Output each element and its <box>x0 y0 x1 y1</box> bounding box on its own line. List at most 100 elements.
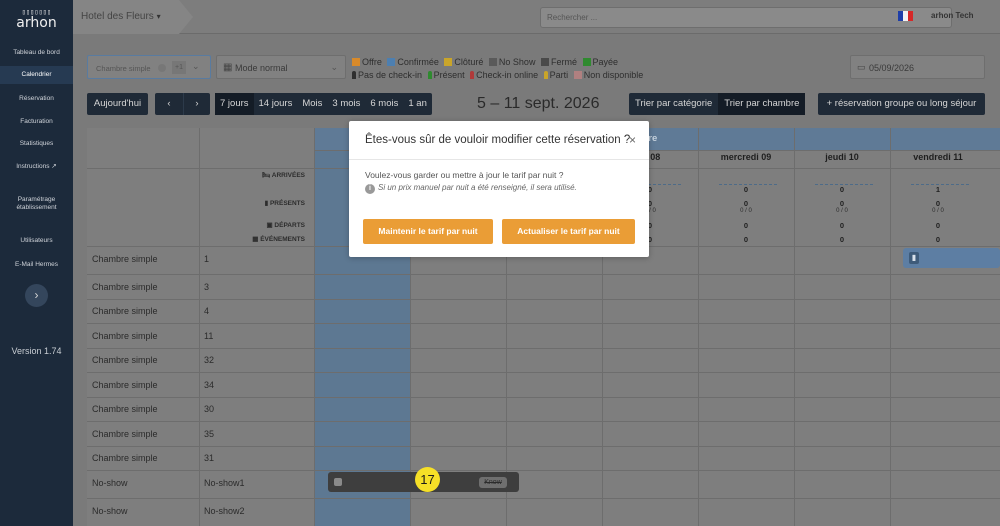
grid-divider <box>87 421 1000 422</box>
grid-icon: ▦ <box>223 62 233 73</box>
legend-item: Pas de check-in <box>352 69 422 82</box>
caret-down-icon: ▾ <box>156 12 161 21</box>
french-flag-icon[interactable] <box>898 11 913 21</box>
info-icon: i <box>365 184 375 194</box>
grid-divider <box>314 128 315 526</box>
presence-breakdown: 0 / 0 <box>932 208 944 214</box>
legend-item: Présent <box>427 69 465 82</box>
events-value: 0 <box>743 235 749 244</box>
grid-divider <box>87 323 1000 324</box>
room-number-cell: 34 <box>204 380 215 390</box>
modal-divider <box>349 159 649 160</box>
group-booking-button[interactable]: + réservation groupe ou long séjour <box>818 93 985 115</box>
grid-divider <box>87 372 1000 373</box>
keep-rate-button[interactable]: Maintenir le tarif par nuit <box>363 219 493 244</box>
view-6-months-button[interactable]: 6 mois <box>365 93 403 115</box>
next-week-button[interactable]: › <box>183 93 210 115</box>
legend-item: Parti <box>543 69 568 82</box>
close-icon[interactable]: × <box>629 133 636 147</box>
sidebar-item-reservation[interactable]: Réservation <box>0 95 73 103</box>
room-number-cell: 35 <box>204 429 215 439</box>
events-label: ▦ ÉVÉNEMENTS <box>252 236 305 243</box>
date-picker[interactable]: ▭ <box>850 55 985 79</box>
user-menu[interactable]: arhon Tech <box>931 11 974 20</box>
legend-item: Fermé <box>540 56 577 69</box>
modal-title: Êtes-vous sûr de vouloir modifier cette … <box>365 134 631 146</box>
hotel-selector[interactable]: Hotel des Fleurs ▾ <box>73 0 193 34</box>
grid-divider <box>199 128 200 526</box>
room-type-select[interactable]: Chambre simple +1 ⌄ <box>87 55 211 79</box>
mode-select[interactable]: ▦ Mode normal ⌄ <box>216 55 346 79</box>
today-button[interactable]: Aujourd'hui <box>87 93 148 115</box>
room-type-cell: Chambre simple <box>92 380 158 390</box>
room-type-cell: Chambre simple <box>92 254 158 264</box>
present-value: 0 <box>935 199 941 208</box>
sidebar-item-billing[interactable]: Facturation <box>0 118 73 126</box>
collapse-sidebar-button[interactable]: › <box>25 284 48 307</box>
status-legend: Offre Confirmée Clôturé No Show Fermé Pa… <box>352 56 652 82</box>
previous-week-button[interactable]: ‹ <box>155 93 183 115</box>
view-month-button[interactable]: Mois <box>297 93 327 115</box>
grid-divider <box>698 128 699 526</box>
logo-word: arhon <box>16 15 57 31</box>
update-rate-button[interactable]: Actualiser le tarif par nuit <box>502 219 635 244</box>
view-range-group: 7 jours 14 jours Mois 3 mois 6 mois 1 an <box>215 93 432 115</box>
present-value: 0 <box>743 199 749 208</box>
sidebar-item-statistics[interactable]: Statistiques <box>0 140 73 148</box>
room-type-count: +1 <box>172 61 186 74</box>
sidebar-item-email[interactable]: E-Mail Hermes <box>0 261 73 269</box>
day-header: jeudi 10 <box>825 152 859 162</box>
sidebar-item-calendar[interactable]: Calendrier <box>0 66 73 84</box>
room-type-cell: Chambre simple <box>92 331 158 341</box>
legend-swatch <box>444 58 453 66</box>
sort-by-room-button[interactable]: Trier par chambre <box>718 93 806 115</box>
room-number-cell: No-show2 <box>204 506 245 516</box>
room-type-cell: No-show <box>92 478 128 488</box>
person-icon <box>543 71 548 79</box>
booking-bar[interactable]: ▮ <box>903 248 1000 268</box>
legend-item: Payée <box>582 56 618 69</box>
legend-swatch <box>540 58 549 66</box>
present-label: ▮ PRÉSENTS <box>264 200 305 207</box>
search-input[interactable] <box>540 7 952 28</box>
room-number-cell: 3 <box>204 282 210 292</box>
checkbox-icon[interactable] <box>334 478 342 486</box>
grid-divider <box>890 128 891 526</box>
chevron-down-icon: ⌄ <box>330 62 338 72</box>
day-header: vendredi 11 <box>913 152 963 162</box>
grid-divider <box>87 348 1000 349</box>
legend-swatch <box>387 58 396 66</box>
flag-stripe <box>908 11 913 21</box>
arrivals-value: 1 <box>935 185 941 194</box>
legend-swatch <box>488 58 497 66</box>
chevron-down-icon: ⌄ <box>192 61 200 71</box>
clear-icon[interactable] <box>158 64 166 72</box>
view-7-days-button[interactable]: 7 jours <box>215 93 254 115</box>
legend-item: Non disponible <box>573 69 643 82</box>
view-1-year-button[interactable]: 1 an <box>403 93 432 115</box>
legend-item: Check-in online <box>470 69 538 82</box>
view-14-days-button[interactable]: 14 jours <box>254 93 298 115</box>
room-type-cell: Chambre simple <box>92 282 158 292</box>
arrivals-label: 🛏 ARRIVÉES <box>261 172 305 179</box>
room-number-cell: 31 <box>204 453 215 463</box>
date-input[interactable] <box>869 61 969 74</box>
logo[interactable]: ▯▯▯▯▯▯▯ arhon <box>0 8 73 30</box>
events-value: 0 <box>839 235 845 244</box>
sidebar-item-settings[interactable]: Paramétrage établissement <box>0 196 73 212</box>
sidebar-item-users[interactable]: Utilisateurs <box>0 237 73 245</box>
legend-swatch <box>352 58 360 66</box>
sidebar-item-instructions[interactable]: Instructions ↗ <box>0 163 73 171</box>
room-number-cell: 30 <box>204 404 215 414</box>
bed-icon: 🛏 <box>261 172 272 179</box>
departures-value: 0 <box>935 221 941 230</box>
legend-item: Offre <box>352 56 382 69</box>
grid-divider <box>87 446 1000 447</box>
week-title: 5 – 11 sept. 2026 <box>477 95 600 112</box>
presence-breakdown: 0 / 0 <box>836 208 848 214</box>
sidebar-item-dashboard[interactable]: Tableau de bord <box>0 49 73 57</box>
person-icon: ▮ <box>909 252 919 264</box>
calendar-icon: ▭ <box>857 62 866 72</box>
sort-by-category-button[interactable]: Trier par catégorie <box>629 93 718 115</box>
view-3-months-button[interactable]: 3 mois <box>327 93 365 115</box>
